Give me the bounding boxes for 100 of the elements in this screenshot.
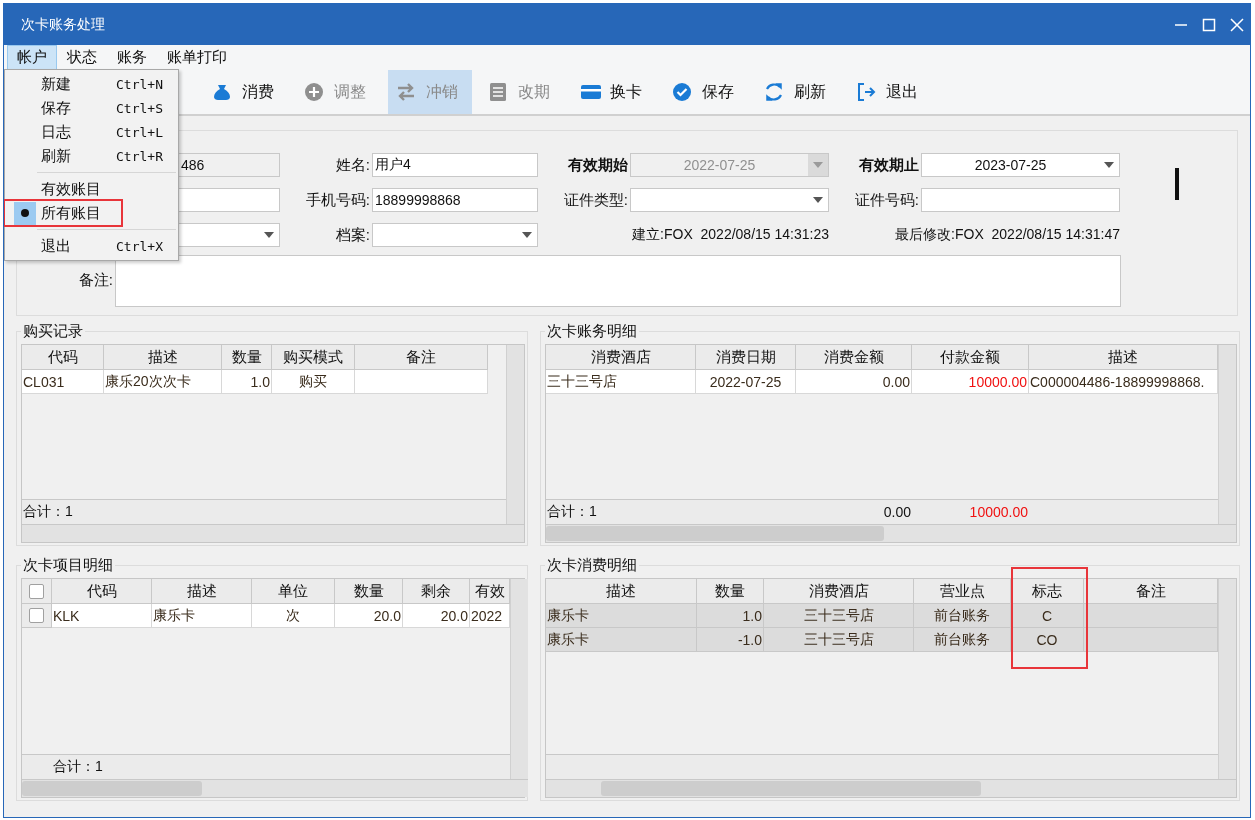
- column-header[interactable]: 描述: [546, 579, 697, 604]
- table-cell: 20.0: [335, 604, 403, 628]
- column-header[interactable]: 数量: [697, 579, 764, 604]
- column-header[interactable]: 消费日期: [696, 345, 796, 370]
- panel-title: 购买记录: [21, 322, 85, 340]
- table-cell: 三十三号店: [764, 604, 914, 628]
- table-cell: 三十三号店: [764, 628, 914, 652]
- vertical-scrollbar[interactable]: [506, 345, 524, 524]
- menu-item[interactable]: 退出 Ctrl+X: [5, 234, 178, 258]
- toolbar-button[interactable]: 换卡: [572, 70, 656, 114]
- menu-item[interactable]: 账单打印: [157, 45, 237, 70]
- table-cell: 三十三号店: [546, 370, 696, 394]
- toolbar-button[interactable]: 退出: [848, 70, 932, 114]
- field-label: 手机号码:: [304, 190, 371, 210]
- column-header[interactable]: 营业点: [914, 579, 1011, 604]
- text-cursor-icon: [1175, 168, 1179, 200]
- column-header[interactable]: 代码: [52, 579, 152, 604]
- dropdown-field[interactable]: [630, 188, 829, 212]
- footer-text: 10000.00: [969, 504, 1028, 520]
- checkmark-icon: [672, 81, 694, 103]
- caret-icon: [522, 232, 532, 238]
- column-header[interactable]: 消费酒店: [546, 345, 696, 370]
- toolbar-button[interactable]: 刷新: [756, 70, 840, 114]
- column-header[interactable]: 购买模式: [272, 345, 355, 370]
- column-header[interactable]: 描述: [152, 579, 252, 604]
- column-header[interactable]: 消费酒店: [764, 579, 914, 604]
- column-header[interactable]: 有效: [470, 579, 510, 604]
- column-header[interactable]: 描述: [104, 345, 222, 370]
- column-header[interactable]: 标志: [1011, 579, 1084, 604]
- caret-icon: [1104, 162, 1114, 168]
- field-label: 姓名:: [334, 155, 371, 175]
- table-cell: 康乐卡: [546, 604, 697, 628]
- close-icon[interactable]: [1230, 17, 1244, 32]
- column-header[interactable]: 备注: [355, 345, 488, 370]
- menu-item[interactable]: 所有账目: [5, 201, 121, 225]
- table-cell: 2022: [470, 604, 510, 628]
- menu-item[interactable]: 保存 Ctrl+S: [5, 96, 178, 120]
- input-field[interactable]: [921, 188, 1120, 212]
- column-header[interactable]: 消费金额: [796, 345, 912, 370]
- info-text: 建立:FOX 2022/08/15 14:31:23: [631, 226, 829, 244]
- menu-item[interactable]: 新建 Ctrl+N: [5, 72, 178, 96]
- panel-title: 次卡账务明细: [545, 322, 639, 340]
- table-cell: 1.0: [222, 370, 272, 394]
- menu-item[interactable]: 刷新 Ctrl+R: [5, 144, 178, 168]
- table-cell: 次: [252, 604, 335, 628]
- menu-item[interactable]: 日志 Ctrl+L: [5, 120, 178, 144]
- table-cell: 康乐卡: [152, 604, 252, 628]
- vertical-scrollbar[interactable]: [510, 579, 528, 779]
- checkbox[interactable]: [29, 608, 44, 623]
- column-header[interactable]: 代码: [22, 345, 104, 370]
- caret-icon: [264, 232, 274, 238]
- maximize-icon[interactable]: [1202, 17, 1216, 32]
- horizontal-scrollbar[interactable]: [22, 524, 524, 542]
- dropdown-field[interactable]: [372, 223, 538, 247]
- dropdown-field[interactable]: [178, 223, 280, 247]
- column-header[interactable]: 描述: [1029, 345, 1218, 370]
- table-cell: 前台账务: [914, 604, 1011, 628]
- table-cell: CO: [1011, 628, 1084, 652]
- panel-title: 次卡项目明细: [21, 556, 115, 574]
- table-cell: 10000.00: [912, 370, 1029, 394]
- field-label: 证件类型:: [562, 190, 629, 210]
- toolbar-button[interactable]: 保存: [664, 70, 748, 114]
- menu-item[interactable]: 有效账目: [5, 177, 178, 201]
- table-cell: -1.0: [697, 628, 764, 652]
- horizontal-scrollbar[interactable]: [546, 779, 1236, 797]
- plus-circle-icon: [304, 81, 326, 103]
- horizontal-scrollbar[interactable]: [22, 779, 528, 797]
- dropdown-field[interactable]: 2023-07-25: [921, 153, 1120, 177]
- remarks-field[interactable]: [115, 255, 1121, 307]
- input-field[interactable]: 486: [178, 153, 280, 177]
- footer-text: 合计：1: [23, 503, 73, 521]
- menu-item[interactable]: 账务: [107, 45, 157, 70]
- checkbox[interactable]: [29, 583, 44, 599]
- field-label: 备注:: [77, 270, 113, 290]
- table-cell: C: [1011, 604, 1084, 628]
- input-field[interactable]: 18899998868: [372, 188, 538, 212]
- column-header[interactable]: 数量: [222, 345, 272, 370]
- vertical-scrollbar[interactable]: [1218, 345, 1236, 524]
- toolbar-button[interactable]: 消费: [204, 70, 288, 114]
- panel-title: 次卡消费明细: [545, 556, 639, 574]
- column-header[interactable]: 备注: [1084, 579, 1218, 604]
- column-header[interactable]: 剩余: [403, 579, 470, 604]
- table-cell: KLK: [52, 604, 152, 628]
- table-cell: 20.0: [403, 604, 470, 628]
- menu-item[interactable]: 状态: [57, 45, 107, 70]
- footer-text: 0.00: [883, 504, 911, 520]
- menu-item[interactable]: 帐户: [7, 45, 57, 70]
- table-cell: 1.0: [697, 604, 764, 628]
- input-field[interactable]: 用户4: [372, 153, 538, 177]
- input-field[interactable]: [178, 188, 280, 212]
- table-cell: 购买: [272, 370, 355, 394]
- column-header[interactable]: 单位: [252, 579, 335, 604]
- field-label: 有效期止: [858, 155, 920, 175]
- column-header[interactable]: 数量: [335, 579, 403, 604]
- vertical-scrollbar[interactable]: [1218, 579, 1236, 779]
- field-label: 有效期始: [567, 155, 629, 175]
- footer-text: 合计：1: [547, 503, 597, 521]
- table-cell: 前台账务: [914, 628, 1011, 652]
- column-header[interactable]: 付款金额: [912, 345, 1029, 370]
- horizontal-scrollbar[interactable]: [546, 524, 1236, 542]
